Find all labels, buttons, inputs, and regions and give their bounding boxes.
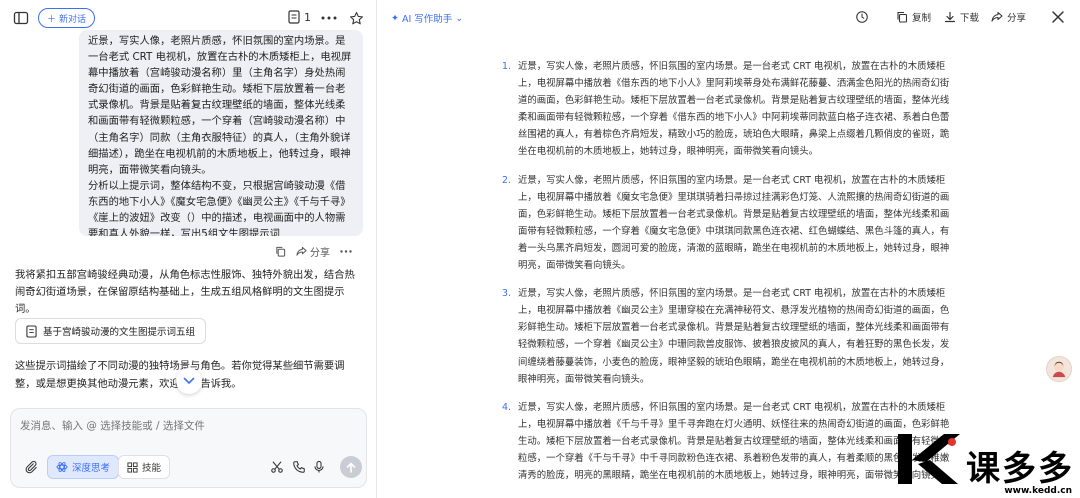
document-content: 1. 近景，写实人像，老照片质感，怀旧氛围的室内场景。是一台老式 CRT 电视机，… — [502, 58, 952, 498]
chevron-down-icon — [183, 377, 195, 385]
message-composer: 深度思考 技能 — [10, 408, 367, 488]
more-icon[interactable] — [320, 9, 338, 27]
chevron-down-icon: ⌄ — [455, 12, 464, 24]
skills-label: 技能 — [142, 463, 162, 474]
user-message-bubble: 近景，写实人像，老照片质感，怀旧氛围的室内场景。是一台老式 CRT 电视机，放置… — [79, 30, 363, 236]
copy-icon — [897, 11, 908, 23]
document-pane: ✦ AI 写作助手 ⌄ 复制 下载 分享 1. 近景，写实人像，老照片质感，怀旧… — [377, 0, 1080, 498]
new-chat-label: 新对话 — [59, 14, 87, 25]
assistant-avatar[interactable] — [1046, 356, 1072, 382]
prompt-text: 近景，写实人像，老照片质感，怀旧氛围的室内场景。是一台老式 CRT 电视机，放置… — [518, 288, 950, 385]
prompt-number: 3. — [502, 288, 511, 300]
copy-document-button[interactable]: 复制 — [896, 10, 931, 24]
prompt-number: 1. — [502, 61, 511, 72]
atom-icon — [56, 462, 68, 472]
prompt-number: 4. — [502, 401, 511, 413]
message-more-button[interactable] — [340, 250, 352, 253]
scissors-icon[interactable] — [269, 459, 285, 475]
phone-icon[interactable] — [291, 459, 307, 475]
document-reference-title: 基于宫崎骏动漫的文生图提示词五组 — [43, 327, 196, 338]
prompt-list: 1. 近景，写实人像，老照片质感，怀旧氛围的室内场景。是一台老式 CRT 电视机，… — [502, 58, 952, 484]
watermark-logo: 课多多 — [894, 430, 1074, 488]
avatar-icon — [1052, 361, 1066, 378]
download-button[interactable]: 下载 — [944, 10, 979, 24]
sparkle-icon: ✦ — [391, 12, 399, 24]
user-message-prompt: 近景，写实人像，老照片质感，怀旧氛围的室内场景。是一台老式 CRT 电视机，放置… — [88, 35, 352, 176]
document-toolbar: ✦ AI 写作助手 ⌄ 复制 下载 分享 — [377, 0, 1080, 34]
message-actions: 分享 — [275, 244, 352, 259]
close-icon[interactable] — [1051, 10, 1065, 24]
prompt-number: 2. — [502, 174, 511, 186]
message-input[interactable] — [20, 417, 350, 435]
skills-button[interactable]: 技能 — [118, 455, 171, 479]
sidebar-toggle-icon[interactable] — [12, 9, 30, 27]
download-label: 下载 — [960, 13, 980, 24]
share-icon — [296, 246, 307, 256]
copy-icon — [276, 246, 286, 257]
document-count-value: 1 — [304, 10, 311, 24]
document-icon — [26, 324, 37, 338]
download-icon — [944, 11, 956, 23]
paperclip-icon[interactable] — [23, 459, 39, 475]
prompt-item: 4. 近景，写实人像，老照片质感，怀旧氛围的室内场景。是一台老式 CRT 电视机，… — [502, 399, 952, 484]
copy-message-button[interactable] — [275, 246, 286, 257]
document-icon — [288, 10, 300, 24]
prompt-text: 近景，写实人像，老照片质感，怀旧氛围的室内场景。是一台老式 CRT 电视机，放置… — [518, 401, 950, 482]
prompt-item: 1. 近景，写实人像，老照片质感，怀旧氛围的室内场景。是一台老式 CRT 电视机，… — [502, 58, 952, 161]
share-message-button[interactable]: 分享 — [296, 244, 330, 259]
share-document-button[interactable]: 分享 — [991, 10, 1026, 24]
history-icon[interactable] — [855, 10, 869, 24]
send-button[interactable] — [340, 456, 362, 478]
watermark-brand: 课多多 — [966, 449, 1074, 489]
share-label: 分享 — [1007, 13, 1027, 24]
more-icon — [340, 250, 352, 253]
document-reference-card[interactable]: 基于宫崎骏动漫的文生图提示词五组 — [15, 318, 207, 344]
plus-icon: ＋ — [47, 14, 57, 25]
share-icon — [991, 11, 1003, 22]
prompt-item: 2. 近景，写实人像，老照片质感，怀旧氛围的室内场景。是一台老式 CRT 电视机，… — [502, 172, 952, 275]
deep-think-label: 深度思考 — [72, 463, 111, 474]
share-label: 分享 — [310, 248, 330, 259]
new-chat-button[interactable]: ＋ 新对话 — [38, 8, 96, 28]
arrow-up-icon — [346, 461, 356, 473]
scroll-to-bottom-button[interactable] — [176, 368, 202, 394]
ai-writing-assistant-dropdown[interactable]: ✦ AI 写作助手 ⌄ — [391, 11, 464, 26]
prompt-item: 3. 近景，写实人像，老照片质感，怀旧氛围的室内场景。是一台老式 CRT 电视机，… — [502, 285, 952, 388]
chat-pane: ＋ 新对话 1 近景，写实人像，老照片质感，怀旧氛围的室内场景。是一台老式 CR… — [0, 0, 377, 498]
ai-assistant-label: AI 写作助手 — [401, 14, 453, 25]
copy-label: 复制 — [912, 13, 932, 24]
user-message-instruction: 分析以上提示词，整体结构不变，只根据宫崎骏动漫《借东西的地下小人》《魔女宅急便》… — [88, 179, 351, 236]
k-logo-icon — [898, 434, 960, 484]
app-window: ＋ 新对话 1 近景，写实人像，老照片质感，怀旧氛围的室内场景。是一台老式 CR… — [0, 0, 1080, 498]
star-icon[interactable] — [347, 9, 365, 27]
document-count[interactable]: 1 — [288, 10, 311, 24]
microphone-icon[interactable] — [311, 459, 327, 475]
watermark-url: www.kedd.cn — [1004, 486, 1072, 496]
prompt-text: 近景，写实人像，老照片质感，怀旧氛围的室内场景。是一台老式 CRT 电视机，放置… — [518, 61, 950, 158]
grid-icon — [127, 461, 138, 473]
deep-think-button[interactable]: 深度思考 — [47, 455, 120, 479]
prompt-text: 近景，写实人像，老照片质感，怀旧氛围的室内场景。是一台老式 CRT 电视机，放置… — [518, 174, 950, 272]
assistant-reply: 我将紧扣五部宫崎骏经典动漫，从角色标志性服饰、独特外貌出发，结合热闹奇幻街道场景… — [15, 269, 355, 315]
